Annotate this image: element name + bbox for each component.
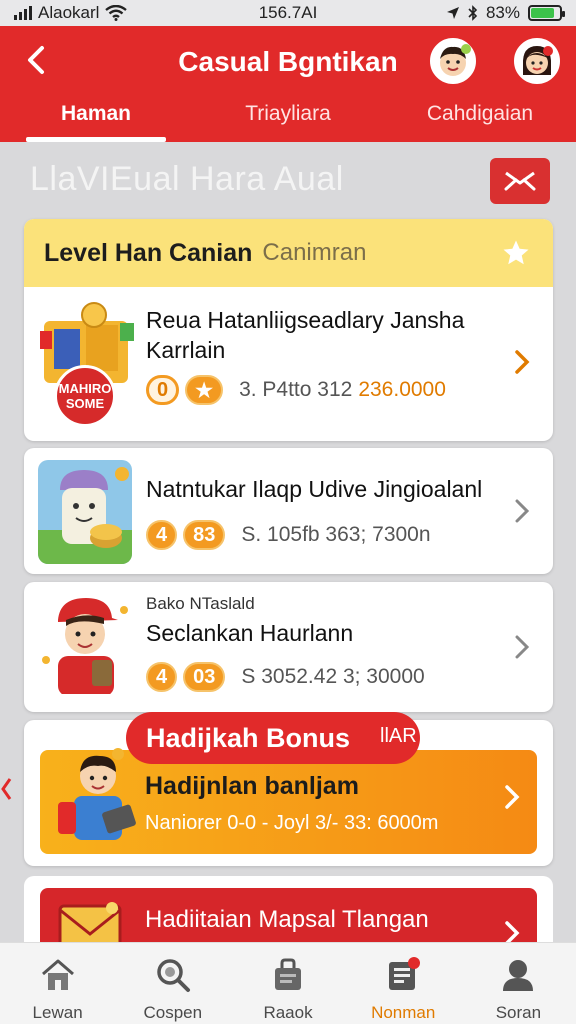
boy-avatar-icon bbox=[440, 44, 471, 76]
favorite-button[interactable] bbox=[499, 236, 533, 270]
bonus-chevron bbox=[501, 782, 523, 812]
tab-cahdigaian[interactable]: Cahdigaian bbox=[384, 96, 576, 142]
mail-icon bbox=[504, 171, 536, 191]
task-1-meta-accent: 236.0000 bbox=[358, 378, 446, 401]
task-row-3[interactable]: Bako NTaslald Seclankan Haurlann 4 03 S … bbox=[24, 582, 553, 712]
nav-label-raaok: Raaok bbox=[263, 1003, 313, 1022]
home-icon bbox=[38, 955, 78, 995]
task-1-title-line1: Reua Hatanliigseadlary Jansha bbox=[146, 307, 465, 333]
bonus-pill-tail: llAR bbox=[380, 725, 417, 747]
location-arrow-icon bbox=[446, 7, 459, 19]
task-1-text: Reua Hatanliigseadlary Jansha Karrlain 0… bbox=[146, 305, 503, 405]
nav-item-nonman[interactable]: Nonman bbox=[346, 943, 461, 1024]
bonus-subtitle: Naniorer 0-0 - Joyl 3/- 33: 6000m bbox=[145, 812, 439, 834]
task-1-title-line2: Karrlain bbox=[146, 337, 226, 363]
task-1-thumbnail: MAHIRO SOME bbox=[36, 299, 136, 429]
task-3-pill-value: 03 bbox=[183, 662, 226, 692]
nav-item-soran[interactable]: Soran bbox=[461, 943, 576, 1024]
tab-haman[interactable]: Haman bbox=[0, 96, 192, 142]
status-left: Alaokarl bbox=[14, 3, 128, 23]
level-title: Level Han Canian bbox=[44, 238, 253, 267]
level-header: Level Han Canian Canimran bbox=[24, 219, 553, 287]
level-subtitle: Canimran bbox=[262, 239, 367, 266]
notes-icon bbox=[383, 955, 423, 995]
task-3-thumbnail bbox=[38, 590, 132, 694]
chevron-right-icon bbox=[505, 785, 520, 809]
promo-title: Hadiitaian Mapsal Tlangan bbox=[145, 906, 429, 933]
bottom-nav: Lewan Cospen Raaok Nonman Soran bbox=[0, 942, 576, 1024]
bonus-pill[interactable]: Hadijkah Bonus bbox=[126, 712, 421, 764]
nav-label-soran: Soran bbox=[495, 1003, 542, 1022]
task-2-meta: 4 83 S. 105fb 363; 7300n bbox=[146, 520, 503, 550]
tab-triayliara[interactable]: Triayliara bbox=[192, 96, 384, 142]
bonus-pill-label: Hadijkah Bonus bbox=[146, 722, 351, 753]
battery-icon bbox=[528, 5, 565, 21]
battery-fill bbox=[531, 8, 555, 18]
bluetooth-icon bbox=[468, 5, 478, 21]
chevron-right-icon bbox=[515, 499, 530, 523]
task-1-chevron bbox=[511, 347, 533, 377]
nav-item-cospen[interactable]: Cospen bbox=[115, 943, 230, 1024]
task-3-text: Bako NTaslald Seclankan Haurlann 4 03 S … bbox=[146, 594, 503, 692]
task-3-pill-count: 4 bbox=[146, 662, 178, 692]
battery-percent: 83% bbox=[485, 3, 520, 22]
avatar-girl[interactable] bbox=[514, 38, 560, 84]
bonus-thumbnail bbox=[54, 746, 144, 851]
task-2-thumbnail bbox=[38, 460, 132, 564]
boy-with-cup-icon bbox=[42, 598, 128, 694]
star-icon bbox=[503, 240, 529, 265]
task-row-1[interactable]: MAHIRO SOME Reua Hatanliigseadlary Jansh… bbox=[24, 287, 553, 441]
task-2-pill-value: 83 bbox=[183, 520, 226, 550]
boy-with-tablet-icon bbox=[58, 748, 136, 840]
chevron-right-icon bbox=[515, 635, 530, 659]
task-3-meta-text: S 3052.42 3; 30000 bbox=[241, 665, 425, 688]
app-title: Casual Bgntikan bbox=[178, 46, 398, 77]
status-right: 83% bbox=[446, 3, 565, 23]
status-bar: Alaokarl 156.7AI 83% bbox=[0, 0, 576, 26]
profile-icon bbox=[498, 955, 538, 995]
task-row-2[interactable]: Natntukar Ilaqp Udive Jingioalanl 4 83 S… bbox=[24, 448, 553, 574]
task-3-meta: 4 03 S 3052.42 3; 30000 bbox=[146, 662, 503, 692]
carrier-name: Alaokarl bbox=[38, 3, 100, 22]
task-1-meta: 0 ★ 3. P4tto 312 236.0000 bbox=[146, 375, 503, 405]
nav-item-raaok[interactable]: Raaok bbox=[230, 943, 345, 1024]
wifi-icon bbox=[105, 5, 128, 21]
tab-bar: Haman Triayliara Cahdigaian bbox=[0, 96, 576, 142]
task-3-small-label: Bako NTaslald bbox=[146, 594, 255, 613]
app-header: Casual Bgntikan Haman Triayliara Cahdiga… bbox=[0, 26, 576, 142]
nav-item-lewan[interactable]: Lewan bbox=[0, 943, 115, 1024]
edge-chevron-left-icon[interactable] bbox=[0, 776, 14, 802]
cell-signal-icon bbox=[14, 6, 32, 20]
task-1-badge: MAHIRO SOME bbox=[54, 365, 116, 427]
chevron-right-icon bbox=[515, 350, 530, 374]
page-heading: LlaVIEual Hara Aual bbox=[30, 160, 344, 198]
task-2-pill-count: 4 bbox=[146, 520, 178, 550]
task-2-text: Natntukar Ilaqp Udive Jingioalanl 4 83 S… bbox=[146, 474, 503, 550]
task-3-chevron bbox=[511, 632, 533, 662]
task-2-title: Natntukar Ilaqp Udive Jingioalanl bbox=[146, 476, 483, 502]
task-2-meta-text: S. 105fb 363; 7300n bbox=[241, 523, 431, 546]
avatar-boy[interactable] bbox=[430, 38, 476, 84]
nav-label-nonman: Nonman bbox=[371, 1003, 436, 1022]
character-with-coins-icon bbox=[38, 467, 132, 564]
bag-icon bbox=[268, 955, 308, 995]
level-card: Level Han Canian Canimran MAHIRO SOME Re… bbox=[24, 219, 553, 441]
nav-label-lewan: Lewan bbox=[32, 1003, 83, 1022]
task-2-chevron bbox=[511, 496, 533, 526]
task-3-title: Seclankan Haurlann bbox=[146, 620, 354, 646]
nav-label-cospen: Cospen bbox=[143, 1003, 203, 1022]
task-1-pill-count: 0 bbox=[146, 375, 180, 405]
mail-button[interactable] bbox=[490, 158, 550, 204]
bonus-title: Hadijnlan banljam bbox=[145, 772, 359, 800]
task-1-meta-text: 3. P4tto 312 bbox=[239, 378, 353, 401]
task-1-badge-text: MAHIRO SOME bbox=[58, 381, 112, 411]
task-1-pill-star: ★ bbox=[185, 375, 224, 405]
search-icon bbox=[153, 955, 193, 995]
girl-avatar-icon bbox=[522, 46, 553, 75]
